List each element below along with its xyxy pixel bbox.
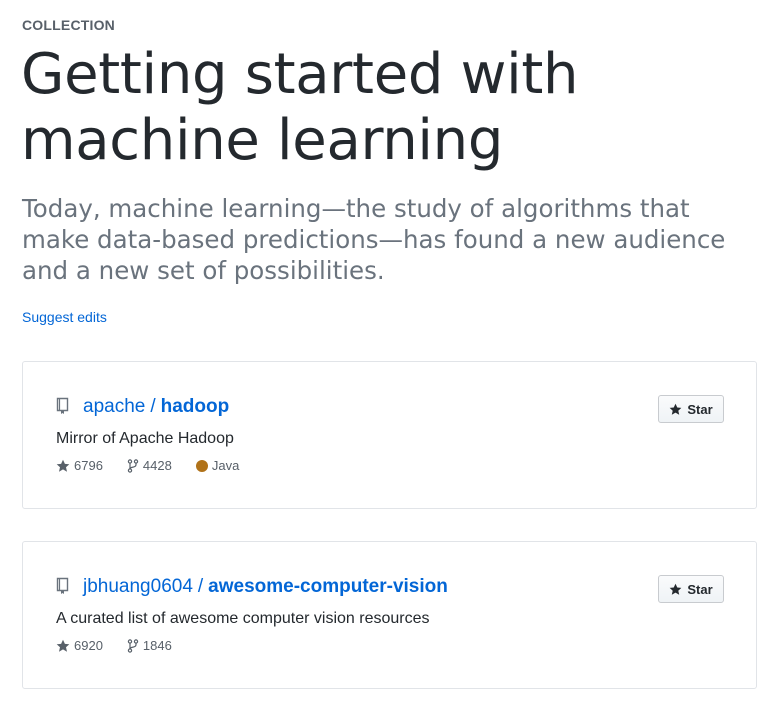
star-button-label: Star [687, 581, 713, 597]
repo-icon [56, 577, 72, 597]
fork-count-value: 1846 [142, 638, 172, 653]
star-button[interactable]: Star [658, 395, 724, 423]
language-color-dot [195, 459, 208, 472]
star-count[interactable]: 6796 [56, 458, 103, 473]
repo-title: apache / hadoop [56, 396, 229, 418]
repo-name-link[interactable]: hadoop [161, 396, 230, 418]
star-icon [56, 639, 70, 652]
star-button-label: Star [687, 401, 713, 417]
collection-description: Today, machine learning—the study of alg… [22, 194, 726, 285]
language-name: Java [211, 458, 240, 473]
page-title: Getting started with machine learning [21, 42, 579, 173]
repo-description: A curated list of awesome computer visio… [56, 610, 430, 627]
repo-owner-link[interactable]: jbhuang0604 [83, 576, 193, 598]
repo-icon [56, 397, 72, 417]
repo-owner-link[interactable]: apache [83, 396, 145, 418]
star-icon [669, 403, 682, 415]
star-button[interactable]: Star [658, 575, 724, 603]
repo-card: apache / hadoop Mirror of Apache Hadoop … [22, 361, 757, 509]
fork-count[interactable]: 4428 [127, 458, 172, 473]
star-count-value: 6920 [74, 638, 103, 653]
star-count[interactable]: 6920 [56, 638, 103, 653]
fork-count[interactable]: 1846 [127, 638, 172, 653]
repo-language: Java [195, 458, 240, 473]
repo-meta: 6920 1846 [56, 638, 196, 653]
star-icon [56, 459, 70, 472]
repo-separator: / [150, 396, 156, 417]
fork-count-value: 4428 [142, 458, 172, 473]
repo-card: jbhuang0604 / awesome-computer-vision A … [22, 541, 757, 689]
repo-name-link[interactable]: awesome-computer-vision [208, 576, 448, 598]
repo-description: Mirror of Apache Hadoop [56, 430, 234, 447]
suggest-edits-link[interactable]: Suggest edits [22, 309, 107, 325]
repo-separator: / [197, 576, 204, 597]
star-icon [669, 583, 682, 595]
star-count-value: 6796 [74, 458, 103, 473]
repo-meta: 6796 4428 Java [56, 458, 263, 473]
fork-icon [127, 458, 139, 473]
repo-title: jbhuang0604 / awesome-computer-vision [56, 576, 448, 598]
collection-eyebrow: COLLECTION [22, 17, 115, 33]
fork-icon [127, 638, 139, 653]
